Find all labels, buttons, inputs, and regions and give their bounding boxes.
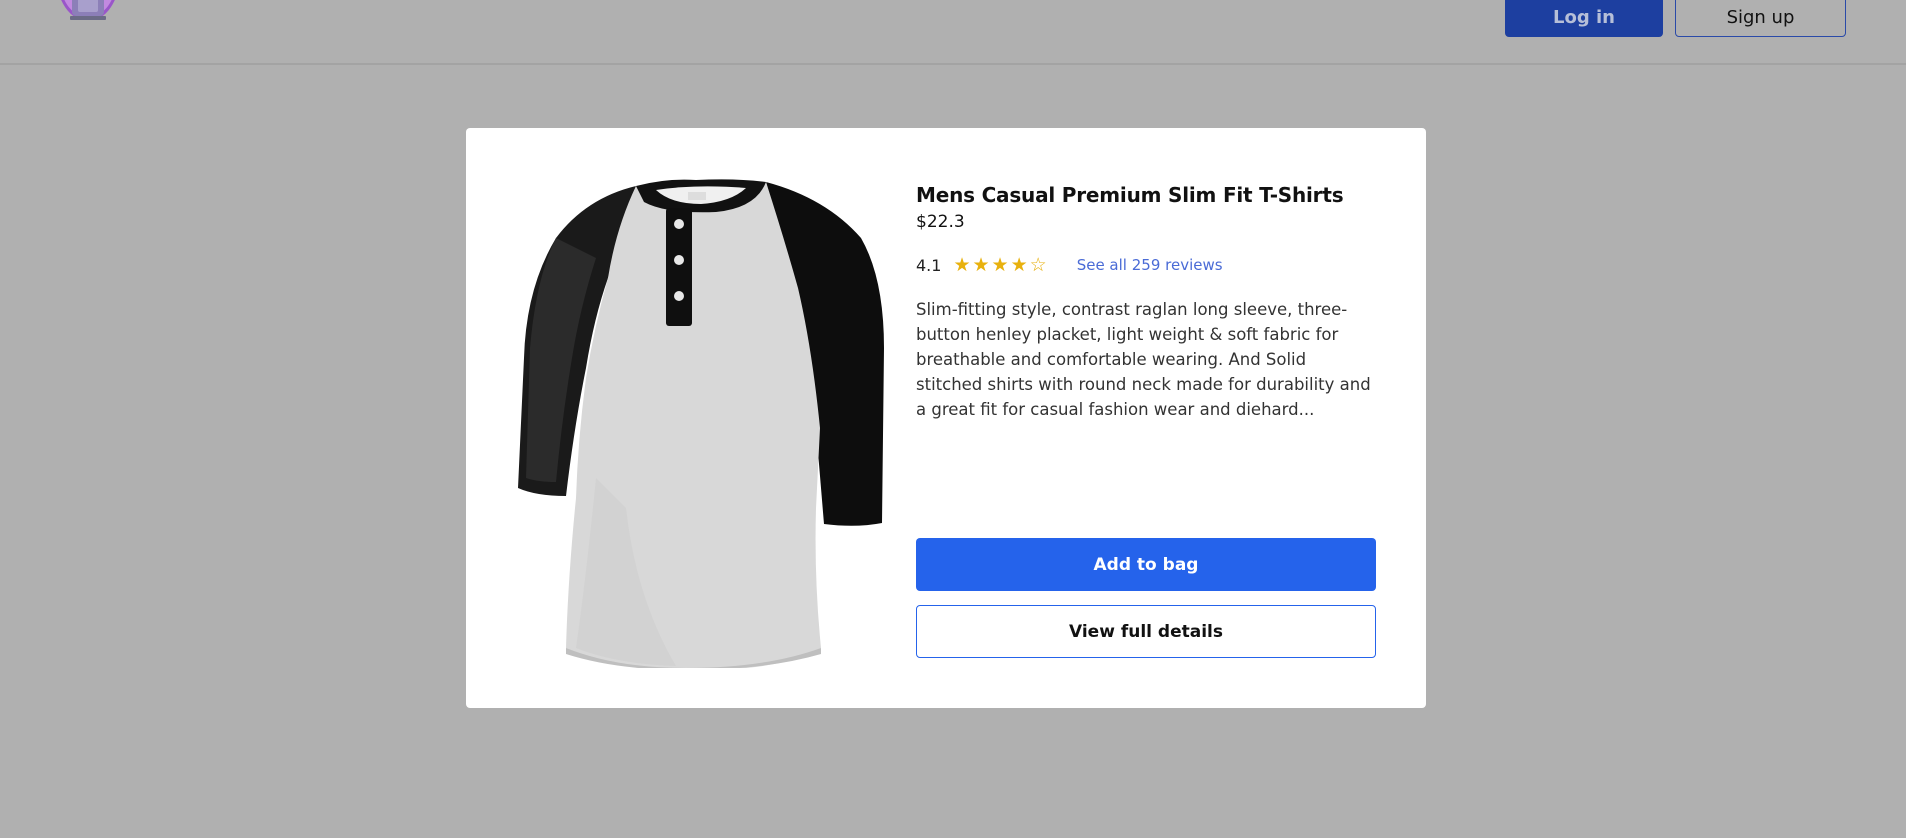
- star-filled-icon: ★: [991, 254, 1009, 276]
- star-outline-icon: ☆: [1029, 254, 1047, 276]
- see-all-reviews-link[interactable]: See all 259 reviews: [1077, 256, 1223, 274]
- product-description: Slim-fitting style, contrast raglan long…: [916, 300, 1371, 419]
- rating-row: 4.1 ★ ★ ★ ★ ☆ See all 259 reviews: [916, 253, 1376, 277]
- site-header: Log in Sign up: [0, 0, 1906, 65]
- star-filled-icon: ★: [1010, 254, 1028, 276]
- login-button[interactable]: Log in: [1505, 0, 1663, 37]
- product-image: [518, 179, 884, 668]
- logo-icon[interactable]: [52, 0, 124, 26]
- signup-button[interactable]: Sign up: [1675, 0, 1846, 37]
- view-full-details-button[interactable]: View full details: [916, 605, 1376, 658]
- rating-stars: ★ ★ ★ ★ ☆: [953, 255, 1046, 275]
- star-filled-icon: ★: [972, 254, 990, 276]
- rating-value: 4.1: [916, 255, 942, 275]
- product-price: $22.3: [916, 212, 965, 232]
- product-quickview-modal: Mens Casual Premium Slim Fit T-Shirts $2…: [466, 128, 1426, 708]
- product-info: Mens Casual Premium Slim Fit T-Shirts $2…: [916, 182, 1376, 439]
- product-title: Mens Casual Premium Slim Fit T-Shirts: [916, 183, 1344, 207]
- add-to-bag-button[interactable]: Add to bag: [916, 538, 1376, 591]
- star-filled-icon: ★: [953, 254, 971, 276]
